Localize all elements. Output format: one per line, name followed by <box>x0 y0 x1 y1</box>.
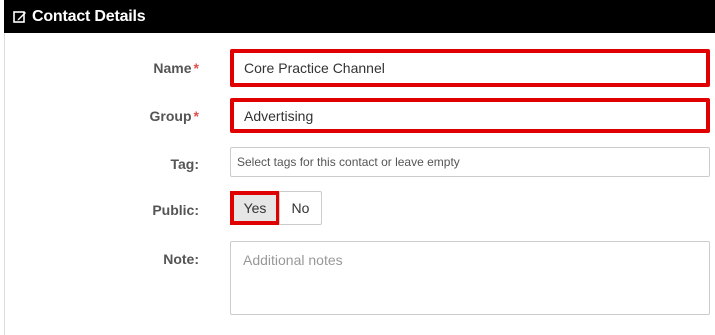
public-label: Public: <box>152 202 199 218</box>
tag-placeholder: Select tags for this contact or leave em… <box>237 155 460 169</box>
panel-title: Contact Details <box>32 7 146 25</box>
public-yes-button[interactable]: Yes <box>230 191 280 225</box>
name-label: Name * <box>0 60 199 76</box>
name-input-value: Core Practice Channel <box>244 60 385 76</box>
group-required-mark: * <box>193 108 199 124</box>
tag-label: Tag: <box>170 156 199 172</box>
note-placeholder: Additional notes <box>243 252 343 268</box>
edit-icon <box>13 10 27 24</box>
group-label: Group * <box>0 108 199 124</box>
note-textarea[interactable]: Additional notes <box>230 241 710 315</box>
tag-select[interactable]: Select tags for this contact or leave em… <box>230 147 710 177</box>
name-required-mark: * <box>193 60 199 76</box>
group-input-value: Advertising <box>244 107 314 124</box>
name-label-text: Name <box>153 60 192 76</box>
name-input[interactable]: Core Practice Channel <box>230 49 710 87</box>
group-label-text: Group <box>149 108 192 124</box>
panel-header: Contact Details <box>4 0 715 33</box>
public-no-button[interactable]: No <box>279 191 322 225</box>
group-input[interactable]: Advertising <box>230 98 710 133</box>
note-label: Note: <box>163 251 199 267</box>
